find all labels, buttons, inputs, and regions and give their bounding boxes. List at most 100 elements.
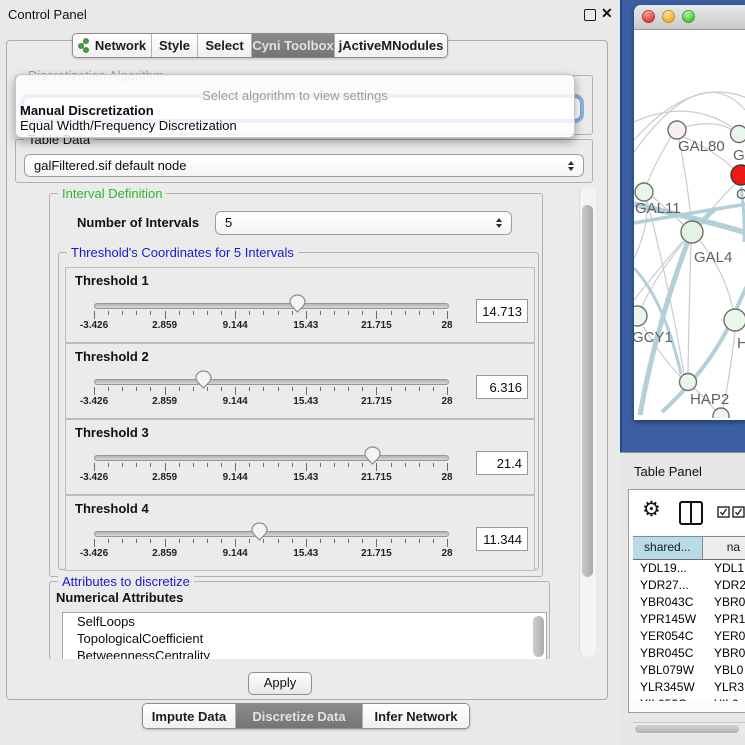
tab-cyni-toolbox[interactable]: Cyni Toolbox [251,34,334,57]
table-row[interactable]: YDL19...YDL1 [633,560,745,577]
tab-style[interactable]: Style [151,34,197,57]
attribute-item-topologicalcoefficient[interactable]: TopologicalCoefficient [63,630,546,647]
network-node-h[interactable] [724,309,745,331]
threshold-label: Threshold 2 [75,349,149,364]
threshold-value-field[interactable]: 14.713 [476,299,528,323]
table-panel-title: Table Panel [634,464,702,479]
horizontal-scrollbar-thumb[interactable] [635,725,739,733]
network-edge[interactable] [640,209,715,415]
zoom-traffic-light-icon[interactable] [682,10,695,23]
network-node[interactable] [713,408,729,418]
network-window-titlebar[interactable] [634,5,745,30]
close-traffic-light-icon[interactable] [642,10,655,23]
threshold-slider-track[interactable] [94,303,449,309]
attributes-group-title: Attributes to discretize [58,574,194,589]
network-node-gal11[interactable] [635,183,653,201]
column-header-name[interactable]: na [703,537,745,559]
menu-item-manual-discretization[interactable]: Manual Discretization [20,103,154,118]
threshold-slider-thumb[interactable] [364,446,381,465]
vertical-scrollbar[interactable] [579,187,596,657]
cell-shared-name[interactable]: YBR043C [633,594,711,611]
network-node-gcy1[interactable] [634,306,647,326]
cell-name[interactable]: YDR2 [711,577,745,594]
table-row[interactable]: YPR145WYPR1 [633,611,745,628]
table-row[interactable]: YBL079WYBL0 [633,662,745,679]
attribute-item-betweennesscentrality[interactable]: BetweennessCentrality [63,647,546,659]
minimize-traffic-light-icon[interactable] [662,10,675,23]
table-row[interactable]: YLR345WYLR3 [633,679,745,696]
spinner-arrows-icon [568,161,574,171]
cell-shared-name[interactable]: YDL19... [633,560,711,577]
cell-shared-name[interactable]: YBL079W [633,662,711,679]
vertical-scrollbar-thumb[interactable] [582,205,593,577]
gear-icon[interactable]: ⚙ [642,497,661,522]
network-node-gal4[interactable] [681,221,703,243]
table-row[interactable]: YDR27...YDR2 [633,577,745,594]
algorithm-hint: Select algorithm to view settings [16,88,574,103]
cell-name[interactable]: YLR3 [711,679,744,696]
columns-icon[interactable] [679,501,703,525]
float-window-icon[interactable] [584,9,596,21]
network-edge[interactable] [688,243,691,374]
table-row[interactable]: YIL052CYIL0 [633,696,745,701]
tab-impute-data[interactable]: Impute Data [143,704,235,728]
close-icon[interactable]: ✕ [601,5,613,22]
cell-name[interactable]: YPR1 [711,611,745,628]
table-row[interactable]: YER054CYER0 [633,628,745,645]
tab-discretize-data[interactable]: Discretize Data [235,704,362,728]
cell-name[interactable]: YER0 [711,628,745,645]
threshold-slider-thumb[interactable] [251,522,268,541]
table-panel: Table Panel ⚙ shared... na YDL19...YDL1Y… [620,452,745,745]
network-view-window[interactable]: GAL80GACGAL11GAL4GCY1HHAP2 [634,5,745,420]
cell-shared-name[interactable]: YIL052C [633,696,711,701]
tab-infer-network[interactable]: Infer Network [362,704,469,728]
menu-item-equal-width-frequency[interactable]: Equal Width/Frequency Discretization [20,118,237,133]
threshold-slider-track[interactable] [94,531,449,537]
select-all-columns-icon[interactable] [717,506,730,518]
cell-shared-name[interactable]: YER054C [633,628,711,645]
threshold-slider-track[interactable] [94,379,449,385]
threshold-slider-thumb[interactable] [195,370,212,389]
threshold-slider-track[interactable] [94,455,449,461]
cell-name[interactable]: YDL1 [711,560,744,577]
cell-name[interactable]: YBL0 [711,662,743,679]
network-node-label: C [736,186,745,203]
network-edge[interactable] [685,124,732,130]
slider-ticks [94,463,447,471]
tab-network[interactable]: Network [73,34,151,57]
network-node-c[interactable] [731,165,745,185]
attribute-item-selfloops[interactable]: SelfLoops [63,613,546,630]
cell-shared-name[interactable]: YPR145W [633,611,711,628]
threshold-value-field[interactable]: 6.316 [476,375,528,399]
threshold-value-field[interactable]: 11.344 [476,527,528,551]
interval-definition-group: Interval Definition Number of Intervals … [49,193,543,577]
network-node-gal80[interactable] [668,121,686,139]
tab-select[interactable]: Select [197,34,251,57]
deselect-all-columns-icon[interactable] [732,506,745,518]
cell-shared-name[interactable]: YBR045C [633,645,711,662]
horizontal-scrollbar[interactable] [633,722,745,734]
network-edge[interactable] [647,137,671,184]
column-header-shared-name[interactable]: shared... [633,537,703,559]
cell-name[interactable]: YBR0 [711,594,745,611]
table-row[interactable]: YBR043CYBR0 [633,594,745,611]
number-of-intervals-value: 5 [225,212,232,233]
numerical-attributes-list[interactable]: SelfLoopsTopologicalCoefficientBetweenne… [62,612,547,659]
network-canvas[interactable]: GAL80GACGAL11GAL4GCY1HHAP2 [634,29,745,418]
attributes-list-scrollbar-thumb[interactable] [533,616,544,657]
table-data-combobox[interactable]: galFiltered.sif default node [24,154,584,177]
network-node-ga[interactable] [731,126,745,143]
network-node-hap2[interactable] [680,374,697,391]
cell-shared-name[interactable]: YDR27... [633,577,711,594]
cell-name[interactable]: YBR0 [711,645,745,662]
slider-ticks [94,311,447,319]
cell-shared-name[interactable]: YLR345W [633,679,711,696]
threshold-slider-thumb[interactable] [289,294,306,313]
threshold-value-field[interactable]: 21.4 [476,451,528,475]
cell-name[interactable]: YIL0 [711,696,739,701]
apply-button[interactable]: Apply [248,672,312,695]
tab-jactivemnodules[interactable]: jActiveMNodules [334,34,447,57]
number-of-intervals-combobox[interactable]: 5 [215,211,512,235]
table-row[interactable]: YBR045CYBR0 [633,645,745,662]
control-panel: Control Panel ✕ NetworkStyleSelectCyni T… [0,0,620,745]
